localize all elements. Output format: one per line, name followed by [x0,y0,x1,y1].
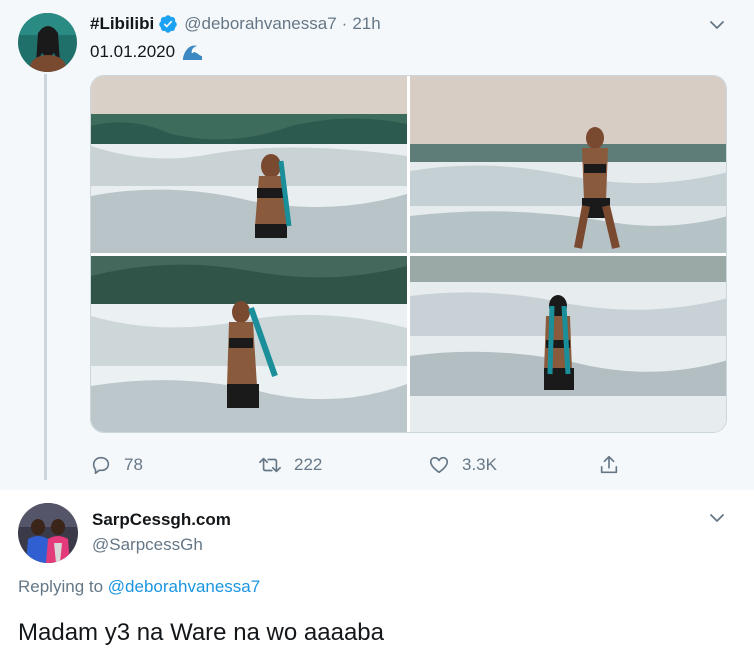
photo-beach-2[interactable] [410,76,726,253]
tweet-actions: 78 222 3.3K [90,452,650,478]
verified-badge-icon [158,14,178,34]
share-icon [600,455,618,474]
thread-line [44,74,47,480]
like-button[interactable]: 3.3K [428,452,497,478]
photo-beach-1[interactable] [91,76,407,253]
handle[interactable]: @deborahvanessa7 [184,14,336,34]
heart-icon [429,456,449,474]
photo-beach-3[interactable] [91,256,407,432]
like-count: 3.3K [462,455,497,474]
avatar[interactable] [18,503,78,563]
display-name[interactable]: #Libilibi [90,14,154,34]
share-button[interactable] [598,452,632,478]
display-name[interactable]: SarpCessgh.com [92,510,231,530]
reply-tweet[interactable]: SarpCessgh.com @SarpcessGh Replying to @… [0,490,754,653]
tweet-header: #Libilibi @deborahvanessa7 · 21h [90,13,381,35]
mention-link[interactable]: @deborahvanessa7 [108,577,260,596]
retweet-icon [259,457,281,473]
chevron-down-icon[interactable] [708,509,726,527]
chevron-down-icon[interactable] [708,16,726,34]
tweet-text: 01.01.2020 [90,41,203,63]
replying-to-label: Replying to [18,577,104,596]
reply-icon [92,456,110,475]
tweet-text-content: 01.01.2020 [90,42,176,61]
avatar[interactable] [18,13,77,72]
water-wave-icon [181,41,203,63]
retweet-count: 222 [294,455,323,474]
separator-dot: · [341,14,348,33]
reply-button[interactable]: 78 [90,452,143,478]
photo-beach-4[interactable] [410,256,726,432]
photo-grid [90,75,727,433]
reply-count: 78 [124,455,143,474]
retweet-button[interactable]: 222 [258,452,322,478]
handle[interactable]: @SarpcessGh [92,535,203,555]
reply-text: Madam y3 na Ware na wo aaaaba [18,619,384,646]
timestamp[interactable]: 21h [352,14,380,34]
parent-tweet[interactable]: #Libilibi @deborahvanessa7 · 21h 01.01.2… [0,0,754,490]
replying-to: Replying to @deborahvanessa7 [18,577,260,597]
